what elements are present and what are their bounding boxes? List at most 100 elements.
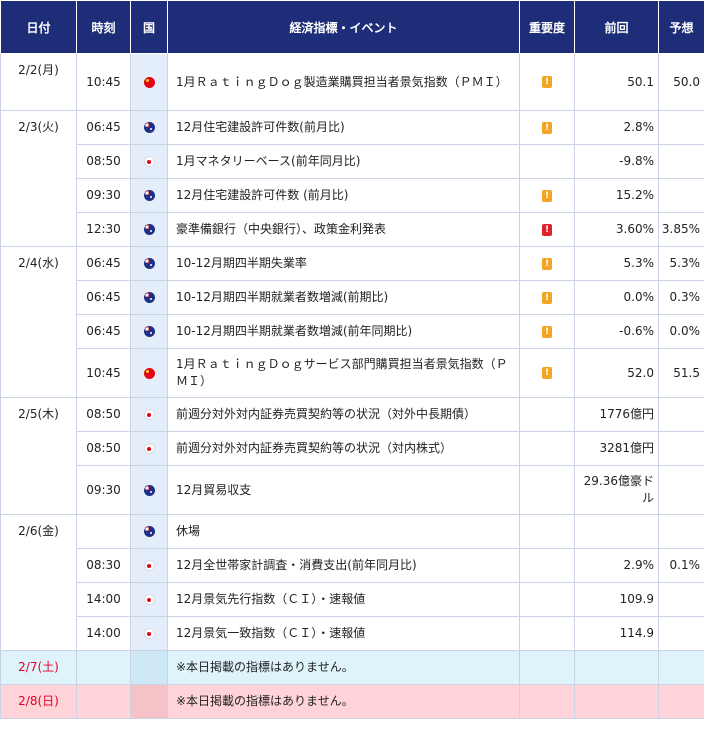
table-row: 14:00 12月景気先行指数（ＣＩ）・速報値 109.9 [1,582,704,617]
table-row: 08:30 12月全世帯家計調査・消費支出(前年同月比) 2.9% 0.1% [1,548,704,583]
importance-mid-icon: ! [542,121,552,134]
country-cell [130,212,168,247]
importance-mid-icon: ! [542,257,552,270]
previous-cell: 50.1 [574,53,659,111]
au-flag-icon [143,190,155,201]
country-cell [130,548,168,583]
importance-cell [519,465,575,515]
importance-cell [519,616,575,651]
event-cell: 12月景気先行指数（ＣＩ）・速報値 [167,582,520,617]
date-cell: 2/3(火) [0,110,77,247]
importance-mid-icon: ! [542,367,552,379]
forecast-cell [658,582,704,617]
importance-cell: ! [519,53,575,111]
country-cell [130,144,168,179]
jp-flag-icon [143,560,155,571]
importance-cell [519,144,575,179]
jp-flag-icon [143,443,155,454]
importance-mid-icon: ! [542,325,552,338]
event-cell: ※本日掲載の指標はありません。 [167,684,520,719]
forecast-cell: 0.3% [658,280,704,315]
forecast-cell: 5.3% [658,246,704,281]
table-row: 2/7(土) ※本日掲載の指標はありません。 [0,650,704,685]
cn-flag-icon [143,367,155,379]
event-cell: ※本日掲載の指標はありません。 [167,650,520,685]
forecast-cell: 50.0 [658,53,704,111]
importance-mid-icon: ! [542,189,552,202]
jp-flag-icon [143,628,155,639]
forecast-cell [658,431,704,466]
forecast-cell [658,465,704,515]
importance-cell [519,514,575,549]
header-forecast: 予想 [658,0,704,54]
time-cell: 14:00 [76,582,131,617]
time-cell: 06:45 [76,110,131,145]
event-cell: 1月マネタリーベース(前年同月比) [167,144,520,179]
event-cell: 12月住宅建設許可件数(前月比) [167,110,520,145]
previous-cell: 15.2% [574,178,659,213]
au-flag-icon [143,526,155,537]
time-cell: 06:45 [76,314,131,349]
table-row: 08:50 前週分対外対内証券売買契約等の状況（対内株式） 3281億円 [1,431,704,466]
country-cell [130,110,168,145]
forecast-cell: 0.0% [658,314,704,349]
date-cell: 2/7(土) [0,650,77,685]
importance-cell: ! [519,280,575,315]
table-row: 2/8(日) ※本日掲載の指標はありません。 [0,684,704,719]
au-flag-icon [143,292,155,303]
importance-cell: ! [519,314,575,349]
country-cell [130,178,168,213]
importance-cell: ! [519,110,575,145]
header-importance: 重要度 [519,0,575,54]
event-cell: 12月景気一致指数（ＣＩ）・速報値 [167,616,520,651]
previous-cell: 29.36億豪ドル [574,465,659,515]
table-row: 08:50 1月マネタリーベース(前年同月比) -9.8% [1,144,704,179]
date-cell: 2/8(日) [0,684,77,719]
previous-cell: 114.9 [574,616,659,651]
table-row: 2/4(水) 06:45 10-12月期四半期失業率! 5.3% 5.3% [0,246,704,398]
forecast-cell: 3.85% [658,212,704,247]
header-previous: 前回 [574,0,659,54]
time-cell: 06:45 [76,246,131,281]
country-cell [130,582,168,617]
header-country: 国 [130,0,168,54]
importance-mid-icon: ! [542,76,552,88]
importance-cell [519,548,575,583]
time-cell [76,650,131,685]
event-cell: 10-12月期四半期就業者数増減(前年同期比) [167,314,520,349]
event-cell: 12月貿易収支 [167,465,520,515]
importance-high-icon: ! [542,223,552,236]
table-row: 06:45 10-12月期四半期就業者数増減(前年同期比)! -0.6% 0.0% [1,314,704,349]
date-cell: 2/4(水) [0,246,77,398]
header-time: 時刻 [76,0,131,54]
importance-cell: ! [519,246,575,281]
cn-flag-icon [143,76,155,88]
jp-flag-icon [143,409,155,420]
event-cell: 1月ＲａｔｉｎｇＤｏｇサービス部門購買担当者景気指数（ＰＭＩ） [167,348,520,398]
table-row: 2/6(金) 休場 [0,514,704,651]
table-row: 09:30 12月貿易収支 29.36億豪ドル [1,465,704,515]
forecast-cell [658,650,704,685]
previous-cell: 3.60% [574,212,659,247]
jp-flag-icon [143,156,155,167]
importance-cell [519,431,575,466]
date-cell: 2/5(木) [0,397,77,515]
previous-cell: -0.6% [574,314,659,349]
time-cell: 08:50 [76,144,131,179]
event-cell: 10-12月期四半期失業率 [167,246,520,281]
forecast-cell [658,178,704,213]
au-flag-icon [143,122,155,133]
importance-cell [519,650,575,685]
previous-cell [574,650,659,685]
au-flag-icon [143,224,155,235]
forecast-cell: 51.5 [658,348,704,398]
previous-cell: 52.0 [574,348,659,398]
forecast-cell [658,616,704,651]
country-cell [130,684,168,719]
event-cell: 12月全世帯家計調査・消費支出(前年同月比) [167,548,520,583]
table-row: 10:45 1月ＲａｔｉｎｇＤｏｇサービス部門購買担当者景気指数（ＰＭＩ）! 52.… [1,348,704,398]
time-cell: 09:30 [76,178,131,213]
time-cell: 08:50 [76,397,131,432]
country-cell [130,650,168,685]
time-cell [76,684,131,719]
